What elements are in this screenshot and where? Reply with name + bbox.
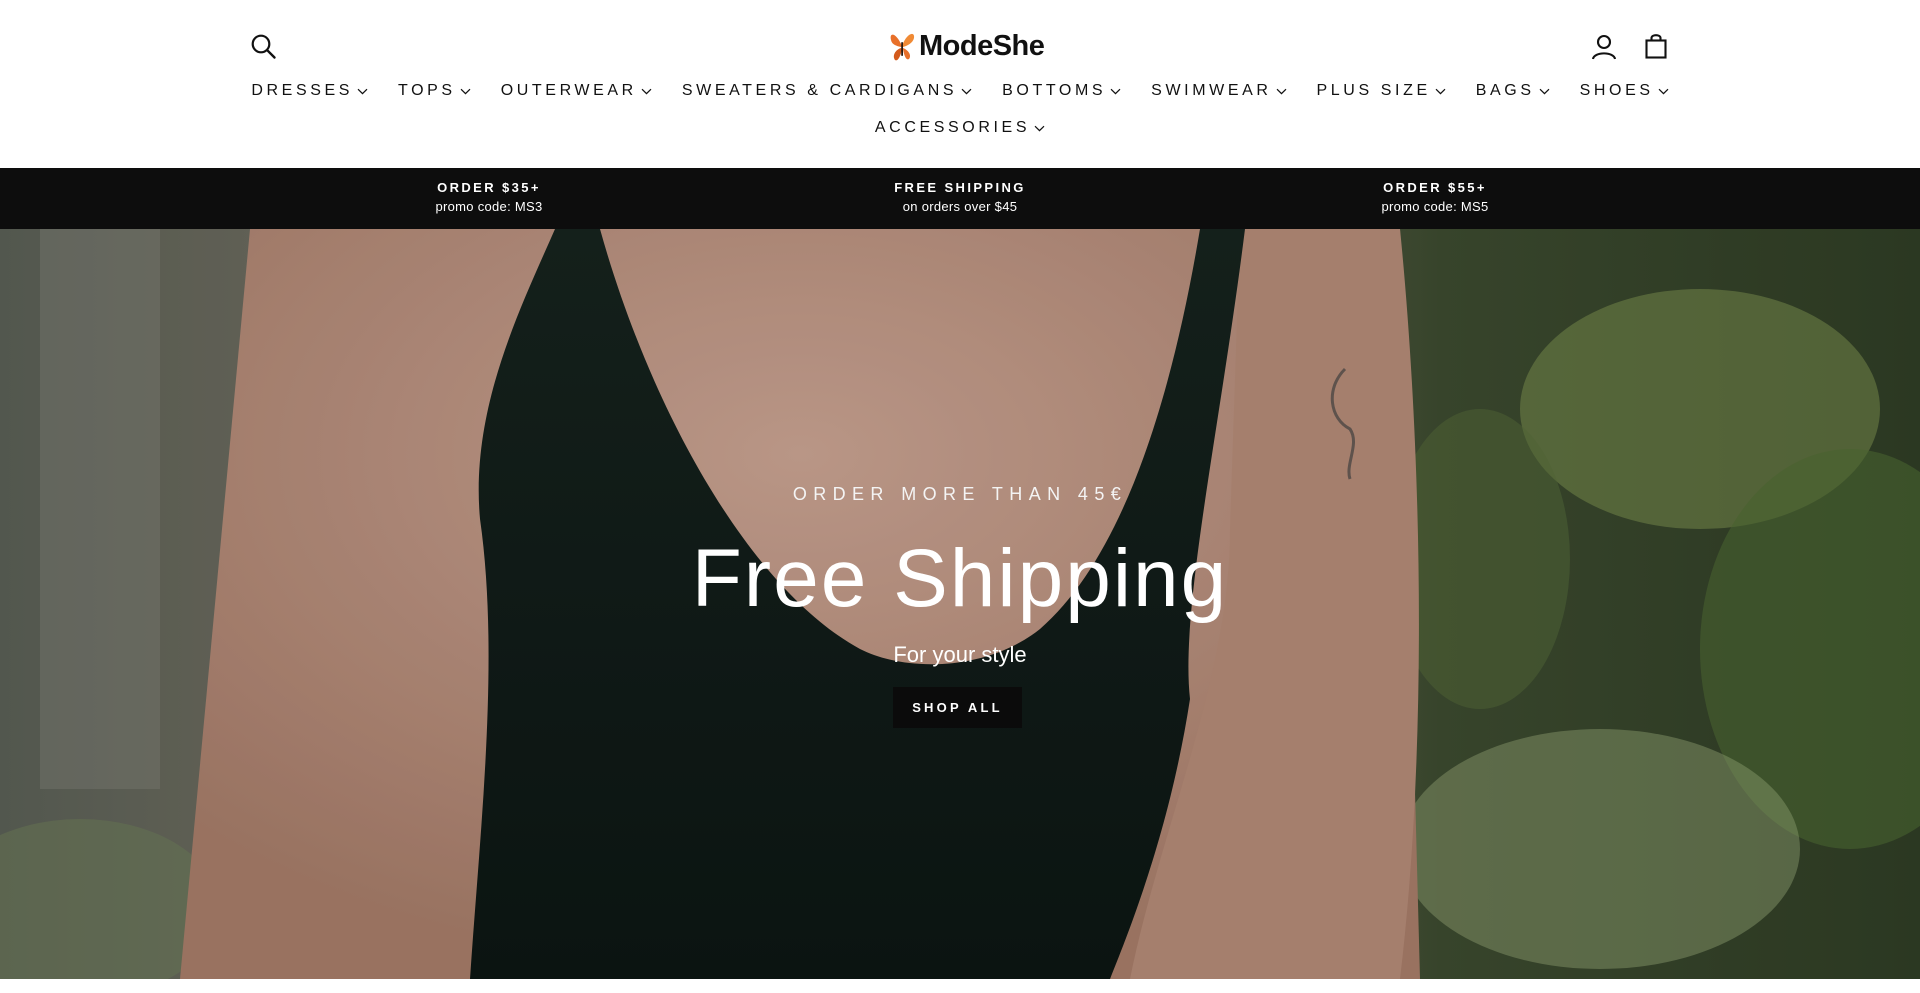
hero-title: Free Shipping <box>691 533 1229 624</box>
nav-label: TOPS <box>398 82 456 99</box>
nav-label: DRESSES <box>251 82 354 99</box>
chevron-down-icon <box>961 88 972 94</box>
site-header: ModeShe DRESSES TOPS OUTERWEAR SWEATERS … <box>0 0 1920 168</box>
shopping-bag-icon <box>1645 34 1667 59</box>
hero-subheading: ORDER MORE THAN 45€ <box>792 484 1128 504</box>
nav-item-plus-size[interactable]: PLUS SIZE <box>1302 82 1461 100</box>
chevron-down-icon <box>1539 88 1550 94</box>
nav-item-bags[interactable]: BAGS <box>1461 82 1565 100</box>
nav-label: SWEATERS & CARDIGANS <box>681 82 958 99</box>
nav-item-bottoms[interactable]: BOTTOMS <box>987 82 1136 100</box>
account-button[interactable] <box>1590 33 1618 61</box>
nav-item-tops[interactable]: TOPS <box>383 82 486 100</box>
announcement-free-shipping[interactable]: FREE SHIPPING on orders over $45 <box>810 179 1110 216</box>
nav-label: ACCESSORIES <box>874 119 1031 136</box>
hero-banner: ORDER MORE THAN 45€ Free Shipping For yo… <box>0 229 1920 979</box>
nav-label: OUTERWEAR <box>500 82 637 99</box>
nav-item-dresses[interactable]: DRESSES <box>236 82 383 100</box>
chevron-down-icon <box>1435 88 1446 94</box>
chevron-down-icon <box>1276 88 1286 94</box>
main-nav-row-2: ACCESSORIES <box>0 115 1920 141</box>
chevron-down-icon <box>460 88 471 94</box>
announcement-bar: ORDER $35+ promo code: MS3 FREE SHIPPING… <box>0 168 1920 229</box>
nav-label: PLUS SIZE <box>1316 82 1431 99</box>
nav-label: SWIMWEAR <box>1151 82 1272 99</box>
account-icon <box>1591 34 1617 60</box>
page-section-below <box>0 979 1920 993</box>
announcement-title: ORDER $35+ <box>437 180 541 195</box>
chevron-down-icon <box>357 88 368 94</box>
announcement-subtitle: promo code: MS3 <box>435 199 543 214</box>
nav-label: BAGS <box>1475 82 1535 99</box>
nav-label: BOTTOMS <box>1002 82 1107 99</box>
search-button[interactable] <box>250 33 277 60</box>
announcement-order-35[interactable]: ORDER $35+ promo code: MS3 <box>339 179 639 216</box>
announcement-title: ORDER $55+ <box>1383 180 1487 195</box>
chevron-down-icon <box>1658 88 1669 94</box>
chevron-down-icon <box>1034 125 1045 131</box>
announcement-subtitle: promo code: MS5 <box>1381 199 1489 214</box>
nav-label: SHOES <box>1579 82 1654 99</box>
butterfly-logo-icon <box>890 33 915 61</box>
logo-text: ModeShe <box>919 29 1045 62</box>
nav-item-outerwear[interactable]: OUTERWEAR <box>486 82 667 100</box>
nav-item-shoes[interactable]: SHOES <box>1565 82 1684 100</box>
announcement-title: FREE SHIPPING <box>894 180 1026 195</box>
hero-content: ORDER MORE THAN 45€ Free Shipping For yo… <box>0 229 1920 979</box>
hero-text: For your style <box>893 642 1027 667</box>
main-nav: DRESSES TOPS OUTERWEAR SWEATERS & CARDIG… <box>0 78 1920 104</box>
nav-item-swimwear[interactable]: SWIMWEAR <box>1136 82 1301 100</box>
announcement-order-55[interactable]: ORDER $55+ promo code: MS5 <box>1285 179 1585 216</box>
shop-all-button[interactable]: SHOP ALL <box>893 687 1022 728</box>
logo-link[interactable]: ModeShe <box>888 26 1045 66</box>
chevron-down-icon <box>1110 88 1121 94</box>
nav-item-sweaters-cardigans[interactable]: SWEATERS & CARDIGANS <box>667 82 987 100</box>
announcement-subtitle: on orders over $45 <box>902 199 1018 214</box>
nav-item-accessories[interactable]: ACCESSORIES <box>860 119 1060 137</box>
cart-button[interactable] <box>1642 32 1670 60</box>
search-icon <box>251 34 276 59</box>
chevron-down-icon <box>641 88 652 94</box>
